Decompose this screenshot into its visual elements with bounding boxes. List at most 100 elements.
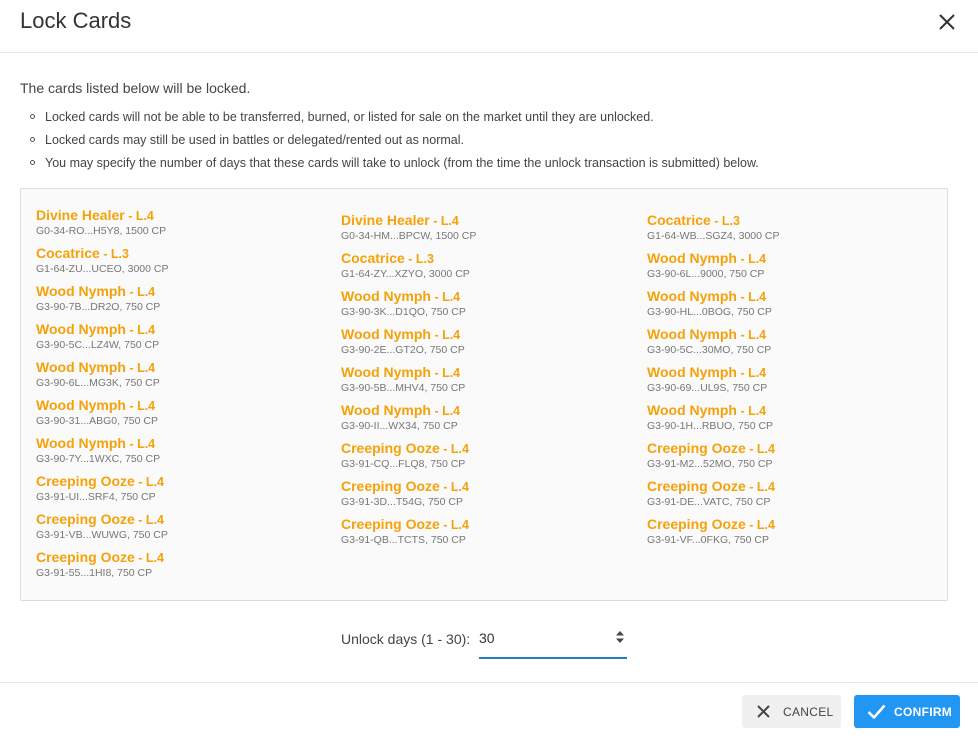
card-item: Creeping Ooze - L.4 G3-91-DE...VATC, 750 … [647,478,775,509]
card-level-separator: - [745,518,757,532]
card-level: L.4 [137,361,156,375]
card-meta: G3-90-6L...MG3K, 750 CP [36,377,160,389]
card-title: Cocatrice [341,250,405,266]
card-item: Cocatrice - L.3 G1-64-WB...SGZ4, 3000 CP [647,212,779,243]
bullet-icon [30,114,35,119]
card-name: Wood Nymph - L.4 [341,326,465,343]
card-level: L.3 [415,252,434,266]
card-level-separator: - [745,480,757,494]
card-level-separator: - [430,290,443,304]
card-meta: G3-90-7B...DR2O, 750 CP [36,301,161,313]
card-title: Creeping Ooze [36,549,135,565]
card-level-separator: - [736,366,749,380]
card-level: L.4 [450,518,469,532]
cards-list: Divine Healer - L.4 G0-34-RO...H5Y8, 1500… [20,188,948,601]
card-meta: G3-90-7Y...1WXC, 750 CP [36,453,161,465]
card-name: Wood Nymph - L.4 [341,364,465,381]
card-name: Cocatrice - L.3 [36,245,168,262]
card-level: L.4 [442,290,461,304]
card-meta: G3-91-UI...SRF4, 750 CP [36,491,156,503]
close-button[interactable] [930,8,964,36]
cancel-button[interactable]: CANCEL [742,695,841,728]
card-meta: G3-91-VF...0FKG, 750 CP [647,534,769,546]
bullet-icon [30,137,35,142]
card-level-separator: - [125,437,138,451]
spinner-arrows-icon[interactable] [615,630,625,644]
card-meta: G3-90-HL...0BOG, 750 CP [647,306,772,318]
card-item: Wood Nymph - L.4 G3-90-6L...MG3K, 750 CP [36,359,160,390]
confirm-button[interactable]: CONFIRM [854,695,960,728]
card-level: L.4 [442,366,461,380]
card-name: Divine Healer - L.4 [341,212,476,229]
card-meta: G3-90-5C...LZ4W, 750 CP [36,339,160,351]
card-name: Wood Nymph - L.4 [647,250,766,267]
card-level-separator: - [125,285,138,299]
card-item: Creeping Ooze - L.4 G3-91-3D...T54G, 750 … [341,478,469,509]
card-level-separator: - [439,442,451,456]
note-item: You may specify the number of days that … [20,154,759,177]
card-level-separator: - [430,366,443,380]
card-level: L.4 [440,214,459,228]
card-title: Cocatrice [647,212,711,228]
unlock-days-input[interactable] [479,630,609,646]
card-level-separator: - [429,214,441,228]
card-name: Creeping Ooze - L.4 [341,440,469,457]
card-level-separator: - [134,475,146,489]
card-meta: G3-91-VB...WUWG, 750 CP [36,529,168,541]
card-meta: G0-34-RO...H5Y8, 1500 CP [36,225,167,237]
card-level-separator: - [736,290,749,304]
card-level: L.4 [145,551,164,565]
card-meta: G3-90-II...WX34, 750 CP [341,420,458,432]
card-level: L.4 [450,442,469,456]
card-meta: G3-90-1H...RBUO, 750 CP [647,420,774,432]
card-item: Wood Nymph - L.4 G3-90-1H...RBUO, 750 CP [647,402,773,433]
card-title: Creeping Ooze [36,511,135,527]
card-level-separator: - [736,328,749,342]
card-name: Creeping Ooze - L.4 [341,478,469,495]
notes-list: Locked cards will not be able to be tran… [20,108,759,177]
card-title: Wood Nymph [647,402,737,418]
card-item: Wood Nymph - L.4 G3-90-7B...DR2O, 750 CP [36,283,160,314]
unlock-days-field[interactable] [479,624,627,659]
card-title: Wood Nymph [647,326,737,342]
card-title: Creeping Ooze [36,473,135,489]
card-meta: G3-90-69...UL9S, 750 CP [647,382,768,394]
dialog-title: Lock Cards [20,8,132,33]
card-name: Creeping Ooze - L.4 [647,516,775,533]
card-title: Wood Nymph [647,250,737,266]
card-name: Wood Nymph - L.4 [647,288,772,305]
card-level: L.4 [442,404,461,418]
x-icon [757,705,770,718]
card-meta: G3-90-5B...MHV4, 750 CP [341,382,466,394]
card-item: Creeping Ooze - L.4 G3-91-UI...SRF4, 750 … [36,473,164,504]
card-level: L.4 [748,328,767,342]
card-meta: G3-91-QB...TCTS, 750 CP [341,534,466,546]
card-level: L.4 [145,513,164,527]
card-level: L.4 [137,399,156,413]
card-meta: G3-90-2E...GT2O, 750 CP [341,344,465,356]
card-level-separator: - [439,518,451,532]
card-level-separator: - [439,480,451,494]
card-name: Creeping Ooze - L.4 [36,511,168,528]
confirm-button-label: CONFIRM [894,705,953,719]
card-name: Wood Nymph - L.4 [341,402,460,419]
card-name: Creeping Ooze - L.4 [647,440,775,457]
card-item: Wood Nymph - L.4 G3-90-5B...MHV4, 750 CP [341,364,465,395]
card-name: Wood Nymph - L.4 [36,435,160,452]
card-name: Wood Nymph - L.4 [647,402,773,419]
card-title: Wood Nymph [647,364,737,380]
card-name: Cocatrice - L.3 [341,250,470,267]
card-level-separator: - [710,214,722,228]
card-level: L.4 [135,209,154,223]
card-item: Wood Nymph - L.4 G3-90-69...UL9S, 750 CP [647,364,767,395]
card-item: Wood Nymph - L.4 G3-90-HL...0BOG, 750 CP [647,288,772,319]
card-name: Creeping Ooze - L.4 [36,473,164,490]
card-meta: G3-91-CQ...FLQ8, 750 CP [341,458,466,470]
card-level: L.3 [110,247,129,261]
card-level: L.4 [748,252,767,266]
card-meta: G1-64-ZY...XZYO, 3000 CP [341,268,470,280]
check-icon [867,704,886,719]
card-title: Wood Nymph [36,435,126,451]
card-level-separator: - [99,247,111,261]
card-meta: G0-34-HM...BPCW, 1500 CP [341,230,477,242]
